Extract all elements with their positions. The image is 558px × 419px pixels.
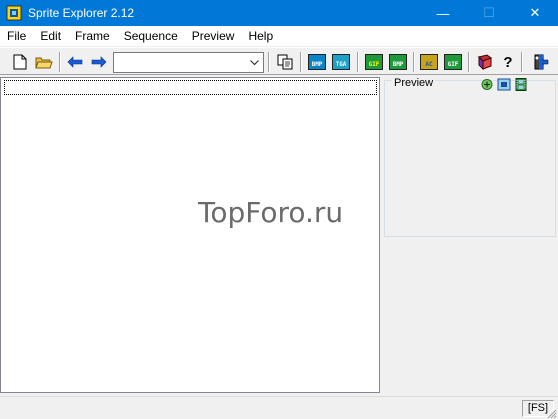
exit-icon[interactable] — [530, 52, 552, 72]
maximize-button[interactable]: ☐ — [466, 0, 512, 26]
app-icon[interactable] — [6, 5, 22, 21]
zoom-fit-icon[interactable] — [497, 78, 511, 91]
forward-arrow-icon[interactable] — [88, 52, 110, 72]
bmp-label-2: BMP — [389, 54, 407, 70]
toolbar-separator — [357, 52, 359, 72]
preview-label: Preview — [392, 77, 436, 89]
resize-grip-icon[interactable] — [547, 408, 557, 419]
sprite-list-panel[interactable] — [0, 77, 380, 393]
import-gif-icon[interactable]: GIF — [363, 52, 385, 72]
toolbar-separator — [59, 52, 61, 72]
zoom-in-icon[interactable] — [480, 78, 494, 91]
export-bmp-icon[interactable]: BMP — [306, 52, 328, 72]
close-button[interactable]: ✕ — [512, 0, 558, 26]
chevron-down-icon[interactable] — [246, 53, 263, 72]
menu-preview[interactable]: Preview — [185, 26, 242, 46]
minimize-button[interactable]: — — [420, 0, 466, 26]
export-tga-icon[interactable]: TGA — [330, 52, 352, 72]
book-icon[interactable] — [474, 52, 496, 72]
toolbar-separator — [300, 52, 302, 72]
menu-frame[interactable]: Frame — [68, 26, 117, 46]
preview-panel — [384, 80, 556, 237]
import-bmp-icon[interactable]: BMP — [387, 52, 409, 72]
menu-help[interactable]: Help — [241, 26, 280, 46]
new-file-icon[interactable] — [9, 52, 31, 72]
window-title: Sprite Explorer 2.12 — [28, 6, 135, 20]
menu-edit[interactable]: Edit — [33, 26, 68, 46]
copy-icon[interactable] — [274, 52, 296, 72]
toolbar-separator — [468, 52, 470, 72]
sprite-combo[interactable] — [113, 52, 264, 73]
menu-file[interactable]: File — [0, 26, 33, 46]
back-arrow-icon[interactable] — [64, 52, 86, 72]
menu-sequence[interactable]: Sequence — [117, 26, 185, 46]
toolbar-separator — [268, 52, 270, 72]
status-bar: [FS] — [0, 396, 558, 419]
menu-bar: File Edit Frame Sequence Preview Help — [0, 26, 558, 46]
export-gif-icon[interactable]: GIF — [442, 52, 464, 72]
toolbar-separator — [521, 52, 523, 72]
toolbar-separator — [413, 52, 415, 72]
open-folder-icon[interactable] — [33, 52, 55, 72]
export-ac-icon[interactable]: AC — [418, 52, 440, 72]
bmp-label: BMP — [308, 54, 326, 70]
focus-rectangle[interactable] — [4, 80, 377, 95]
gif-label: GIF — [365, 54, 383, 70]
film-strip-icon[interactable] — [514, 78, 528, 91]
ac-label: AC — [420, 54, 438, 70]
toolbar: BMP TGA GIF BMP AC GIF ? — [0, 47, 558, 75]
watermark-text: TopForo.ru — [198, 196, 344, 229]
tga-label: TGA — [332, 54, 350, 70]
gif-label-2: GIF — [444, 54, 462, 70]
title-bar: Sprite Explorer 2.12 — ☐ ✕ — [0, 0, 558, 26]
help-icon[interactable]: ? — [497, 52, 519, 72]
